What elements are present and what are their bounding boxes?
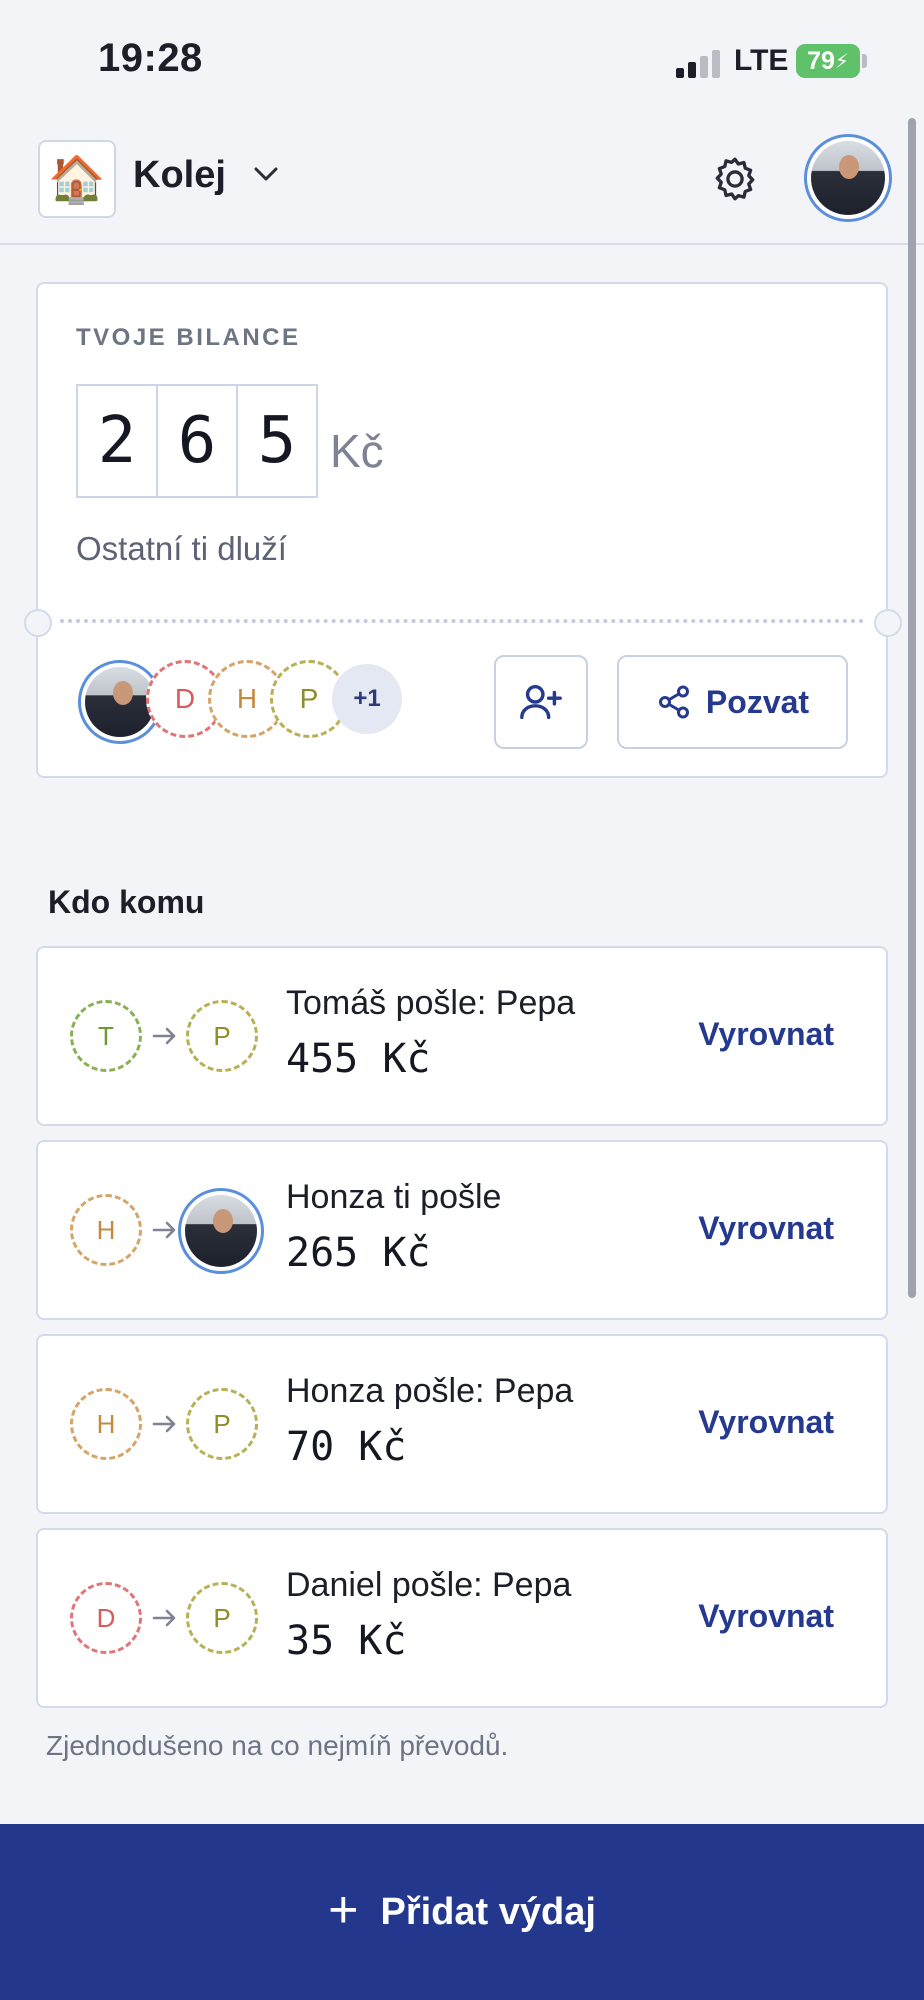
- settlement-row: D P Daniel pošle: Pepa 35 Kč Vyrovnat: [36, 1528, 888, 1708]
- add-member-button[interactable]: [494, 655, 588, 749]
- invite-button[interactable]: Pozvat: [617, 655, 848, 749]
- plus-icon: +: [328, 1881, 359, 1939]
- settlement-text: Tomáš pošle: Pepa: [286, 984, 576, 1022]
- group-name[interactable]: Kolej: [133, 154, 226, 197]
- payer-avatar: H: [70, 1194, 142, 1266]
- settle-button[interactable]: Vyrovnat: [698, 1016, 834, 1053]
- user-avatar[interactable]: [804, 134, 892, 222]
- settlement-amount: 70 Kč: [286, 1424, 407, 1470]
- header-divider: [0, 243, 924, 245]
- balance-currency: Kč: [330, 425, 384, 477]
- card-notch-left: [24, 609, 52, 637]
- battery-level: 79: [807, 46, 835, 75]
- scrollbar[interactable]: [908, 118, 916, 1298]
- avatar-photo: [85, 667, 155, 737]
- invite-label: Pozvat: [705, 683, 810, 720]
- share-icon: [658, 685, 689, 719]
- settle-button[interactable]: Vyrovnat: [698, 1210, 834, 1247]
- balance-digit: 6: [156, 384, 238, 498]
- payer-avatar: T: [70, 1000, 142, 1072]
- payer-avatar: H: [70, 1388, 142, 1460]
- chevron-down-icon[interactable]: [252, 164, 280, 184]
- battery-nub: [862, 54, 867, 68]
- status-time: 19:28: [98, 36, 203, 80]
- more-members-badge: +1: [332, 664, 402, 734]
- settlements-title: Kdo komu: [48, 884, 205, 920]
- balance-label: TVOJE BILANCE: [76, 324, 301, 351]
- arrow-right-icon: [152, 1609, 176, 1627]
- battery-icon: 79 ⚡: [796, 44, 860, 78]
- arrow-right-icon: [152, 1221, 176, 1239]
- avatar-photo: [185, 1195, 257, 1267]
- payee-avatar: P: [186, 1388, 258, 1460]
- settlement-row: H Honza ti pošle 265 Kč Vyrovnat: [36, 1140, 888, 1320]
- payer-avatar: D: [70, 1582, 142, 1654]
- add-user-icon: [520, 684, 562, 720]
- balance-digit: 5: [236, 384, 318, 498]
- settlements-footnote: Zjednodušeno na co nejmíň převodů.: [46, 1730, 509, 1761]
- settlement-text: Daniel pošle: Pepa: [286, 1566, 572, 1604]
- balance-amount: 2 6 5: [76, 384, 318, 498]
- arrow-right-icon: [152, 1415, 176, 1433]
- settlement-amount: 455 Kč: [286, 1036, 431, 1082]
- dotted-separator: [60, 619, 864, 623]
- settlement-amount: 265 Kč: [286, 1230, 431, 1276]
- card-notch-right: [874, 609, 902, 637]
- settlement-amount: 35 Kč: [286, 1618, 407, 1664]
- group-icon[interactable]: 🏠: [38, 140, 116, 218]
- add-expense-label: Přidat výdaj: [380, 1890, 596, 1933]
- network-label: LTE: [734, 44, 789, 77]
- settlement-row: H P Honza pošle: Pepa 70 Kč Vyrovnat: [36, 1334, 888, 1514]
- settle-button[interactable]: Vyrovnat: [698, 1598, 834, 1635]
- payee-avatar: P: [186, 1000, 258, 1072]
- signal-icon: [676, 48, 722, 78]
- balance-digit: 2: [76, 384, 158, 498]
- payee-avatar: P: [186, 1582, 258, 1654]
- gear-icon[interactable]: [710, 154, 760, 204]
- balance-caption: Ostatní ti dluží: [76, 530, 287, 567]
- avatar-photo: [811, 141, 885, 215]
- add-expense-button[interactable]: + Přidat výdaj: [0, 1824, 924, 2000]
- settlement-text: Honza pošle: Pepa: [286, 1372, 574, 1410]
- arrow-right-icon: [152, 1027, 176, 1045]
- settlement-text: Honza ti pošle: [286, 1178, 502, 1216]
- settle-button[interactable]: Vyrovnat: [698, 1404, 834, 1441]
- settlement-row: T P Tomáš pošle: Pepa 455 Kč Vyrovnat: [36, 946, 888, 1126]
- payee-avatar-self: [178, 1188, 264, 1274]
